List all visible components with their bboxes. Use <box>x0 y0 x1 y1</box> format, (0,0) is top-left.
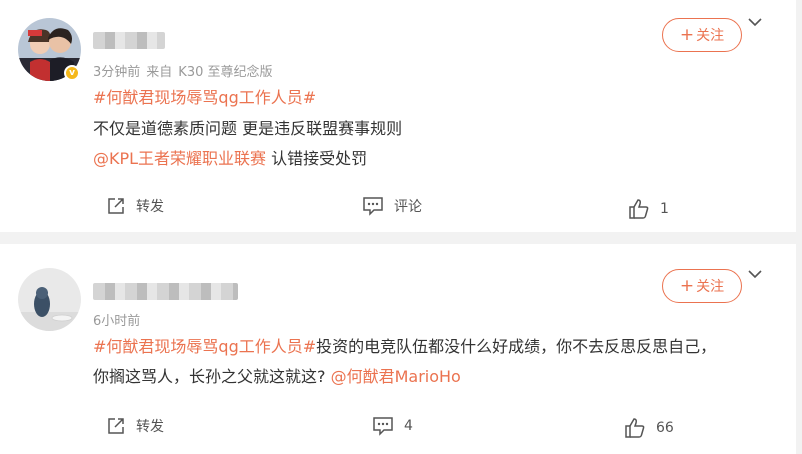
comment-meta: 6小时前 <box>93 310 146 329</box>
plus-icon: + <box>679 276 695 296</box>
comment-icon <box>363 197 383 216</box>
timestamp: 3分钟前 <box>93 65 141 80</box>
follow-label: 关注 <box>696 279 725 295</box>
comment-text: 你搁这骂人，长孙之父就这就这? <box>93 367 331 386</box>
mention-link[interactable]: @KPL王者荣耀职业联赛 <box>93 149 266 168</box>
repost-label: 转发 <box>136 199 164 215</box>
chevron-down-icon[interactable] <box>748 15 762 29</box>
follow-button[interactable]: + 关注 <box>662 269 742 303</box>
source-device: K30 至尊纪念版 <box>178 65 273 80</box>
repost-label: 转发 <box>136 419 164 435</box>
comment-text: 投资的电竞队伍都没什么好成绩，你不去反思反思自己， <box>316 337 717 356</box>
username-redacted[interactable] <box>93 32 165 49</box>
chevron-down-icon[interactable] <box>748 267 762 281</box>
comment-icon <box>373 417 393 436</box>
repost-button[interactable]: 转发 <box>106 416 164 436</box>
mention-link[interactable]: @何猷君MarioHo <box>331 367 461 386</box>
like-button[interactable]: 1 <box>628 198 669 220</box>
share-icon <box>108 198 124 214</box>
source-prefix: 来自 <box>146 65 173 80</box>
thumbs-up-icon <box>625 418 645 438</box>
avatar[interactable] <box>18 268 81 331</box>
timestamp: 6小时前 <box>93 314 141 329</box>
comment-text: 认错接受处罚 <box>266 149 368 168</box>
comment-line: #何猷君现场辱骂qg工作人员# <box>93 82 316 113</box>
follow-button[interactable]: + 关注 <box>662 18 742 52</box>
thumbs-up-icon <box>629 199 649 219</box>
comment-line: #何猷君现场辱骂qg工作人员#投资的电竞队伍都没什么好成绩，你不去反思反思自己， <box>93 331 716 362</box>
hashtag-link[interactable]: #何猷君现场辱骂qg工作人员# <box>93 337 316 356</box>
comment-card: 6小时前 + 关注 #何猷君现场辱骂qg工作人员#投资的电竞队伍都没什么好成绩，你… <box>0 244 796 454</box>
comment-button[interactable]: 评论 <box>362 196 422 216</box>
like-button[interactable]: 66 <box>624 417 674 439</box>
comment-line: @KPL王者荣耀职业联赛 认错接受处罚 <box>93 143 367 174</box>
comment-text: 不仅是道德素质问题 更是违反联盟赛事规则 <box>93 119 403 138</box>
comment-card: v 3分钟前 来自 K30 至尊纪念版 + 关注 #何猷君现场辱骂qg工作人员# 不仅… <box>0 0 796 232</box>
hashtag-link[interactable]: #何猷君现场辱骂qg工作人员# <box>93 88 316 107</box>
comment-label: 评论 <box>394 199 422 215</box>
share-icon <box>108 418 124 434</box>
plus-icon: + <box>679 25 695 45</box>
comment-button[interactable]: 4 <box>372 416 413 436</box>
comment-line: 你搁这骂人，长孙之父就这就这? @何猷君MarioHo <box>93 361 461 392</box>
verified-badge-icon: v <box>64 65 80 81</box>
repost-button[interactable]: 转发 <box>106 196 164 216</box>
comment-meta: 3分钟前 来自 K30 至尊纪念版 <box>93 61 279 80</box>
like-count: 66 <box>656 420 674 436</box>
username-redacted[interactable] <box>93 283 238 300</box>
comment-count: 4 <box>404 418 413 434</box>
follow-label: 关注 <box>696 28 725 44</box>
comment-line: 不仅是道德素质问题 更是违反联盟赛事规则 <box>93 113 402 144</box>
like-count: 1 <box>660 201 669 217</box>
